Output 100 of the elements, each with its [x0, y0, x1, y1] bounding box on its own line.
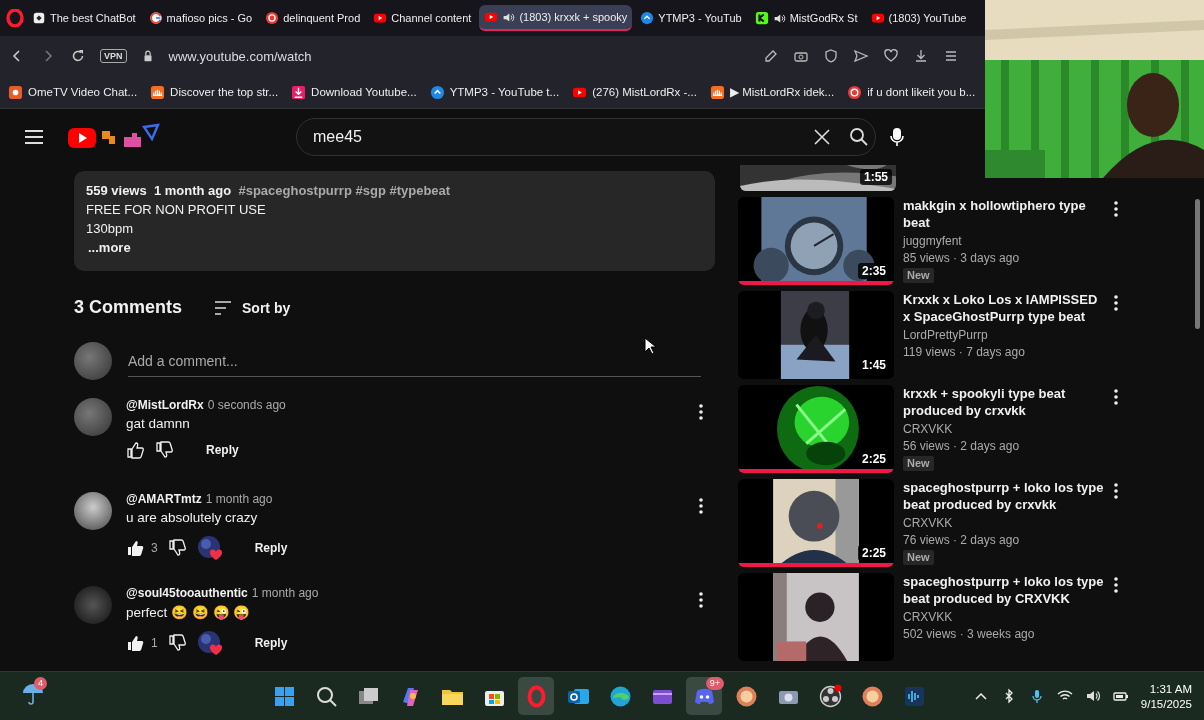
reply-button[interactable]: Reply: [254, 541, 288, 555]
scrollbar[interactable]: [1195, 199, 1200, 329]
comment-text: perfect 😆 😆 😜 😜: [126, 604, 252, 620]
video-title[interactable]: spaceghostpurrp + loko los type beat produced by CRXVKK: [903, 573, 1105, 607]
microphone-icon[interactable]: [890, 127, 904, 147]
more-link[interactable]: ...more: [88, 238, 131, 257]
clock-date: 9/15/2025: [1140, 697, 1192, 710]
arrow-favicon-icon: [640, 11, 655, 25]
ring-favicon-icon: [265, 11, 280, 25]
comment-author[interactable]: @soul45tooauthentic: [126, 586, 248, 600]
browser-tab[interactable]: (1803) YouTube: [865, 5, 972, 31]
thumbs-down-icon[interactable]: [167, 539, 187, 557]
video-meta: 502 views · 3 weeks ago: [903, 627, 1036, 641]
k-favicon-icon: [754, 11, 769, 25]
reply-button[interactable]: Reply: [254, 636, 288, 650]
new-badge: New: [903, 550, 934, 565]
vpn-badge[interactable]: VPN: [100, 49, 127, 63]
video-title[interactable]: makkgin x hollowtiphero type beat: [903, 197, 1105, 231]
send-icon[interactable]: [853, 48, 869, 64]
bookmark[interactable]: Discover the top str...: [150, 84, 279, 100]
bars-favicon-icon: [150, 84, 166, 100]
thumbs-up-icon[interactable]: [126, 539, 145, 557]
g-favicon-icon: [148, 11, 163, 25]
download-icon[interactable]: [913, 48, 929, 64]
more-icon[interactable]: [1114, 577, 1118, 593]
sort-button[interactable]: Sort by: [214, 299, 291, 316]
browser-tab[interactable]: MistGodRx St: [749, 5, 863, 31]
channel-name[interactable]: CRXVKK: [903, 422, 1105, 436]
reload-icon[interactable]: [70, 48, 86, 64]
more-icon[interactable]: [699, 592, 703, 608]
comment-time: 1 month ago: [251, 586, 319, 600]
thumbs-down-icon[interactable]: [155, 441, 174, 459]
play-favicon-icon: [484, 10, 499, 24]
comment-text: u are absolutely crazy: [126, 510, 259, 525]
bookmark[interactable]: ▶ MistLordRx idek...: [709, 84, 835, 100]
avatar: [74, 342, 112, 380]
browser-tab[interactable]: YTMP3 - YouTub: [635, 5, 747, 31]
video-meta: 56 views · 2 days ago: [903, 439, 1021, 453]
youtube-logo-icon[interactable]: [68, 123, 160, 151]
comment-field[interactable]: Add a comment...: [128, 345, 701, 377]
channel-name[interactable]: juggmyfent: [903, 234, 1105, 248]
channel-name[interactable]: LordPrettyPurrp: [903, 328, 1105, 342]
heart-icon[interactable]: [883, 48, 899, 64]
video-duration: 1:55: [859, 169, 892, 185]
bookmark[interactable]: OmeTV Video Chat...: [8, 84, 138, 100]
new-badge: New: [903, 456, 934, 471]
taskbar-button[interactable]: 9+: [686, 677, 722, 715]
video-meta: 119 views · 7 days ago: [903, 345, 1026, 359]
description-text: FREE FOR NON PROFIT USE: [86, 201, 267, 219]
sort-icon: [214, 300, 233, 315]
browser-tab[interactable]: Channel content: [368, 5, 477, 31]
edit-icon[interactable]: [763, 48, 779, 64]
browser-tab[interactable]: delinquent Prod: [260, 5, 366, 31]
browser-tab[interactable]: mafioso pics - Go: [143, 5, 258, 31]
search-bar[interactable]: mee45: [296, 118, 876, 156]
bookmark[interactable]: (276) MistLordRx -...: [572, 84, 697, 100]
like-count: 1: [151, 636, 158, 650]
comment-time: 1 month ago: [205, 492, 273, 506]
browser-tab[interactable]: (1803) krxxk + spooky: [479, 5, 633, 31]
comments-count: 3 Comments: [74, 297, 183, 318]
bars-favicon-icon: [709, 84, 725, 100]
new-badge: New: [903, 268, 934, 283]
speaker-icon[interactable]: [772, 11, 786, 25]
channel-name[interactable]: CRXVKK: [903, 516, 1105, 530]
comment-time: 0 seconds ago: [207, 398, 286, 412]
speaker-icon[interactable]: [502, 10, 516, 24]
clock[interactable]: 1:31 AM 9/15/2025: [1140, 682, 1192, 710]
shield-icon[interactable]: [823, 48, 839, 64]
menu-icon[interactable]: [24, 129, 44, 145]
opera-logo-icon[interactable]: [6, 9, 24, 27]
bookmark[interactable]: YTMP3 - YouTube t...: [429, 84, 560, 100]
comment-author[interactable]: @AMARTmtz: [126, 492, 202, 506]
channel-name[interactable]: CRXVKK: [903, 610, 1105, 624]
search-icon[interactable]: [849, 127, 869, 147]
play-favicon-icon: [373, 11, 388, 25]
clock-time: 1:31 AM: [1149, 682, 1192, 695]
more-icon[interactable]: [1114, 389, 1118, 405]
thumbs-up-icon[interactable]: [126, 441, 145, 459]
close-icon[interactable]: [813, 128, 831, 146]
more-icon[interactable]: [1114, 201, 1118, 217]
thumbs-up-icon[interactable]: [126, 634, 145, 652]
more-icon[interactable]: [699, 498, 703, 514]
comment-author[interactable]: @MistLordRx: [126, 398, 204, 412]
bookmark[interactable]: Download Youtube...: [291, 84, 417, 100]
video-title[interactable]: Krxxk x Loko Los x IAMPISSED x SpaceGhostPurrp type beat: [903, 291, 1105, 325]
reply-button[interactable]: Reply: [206, 443, 239, 457]
like-count: 3: [151, 541, 158, 555]
more-icon[interactable]: [1114, 295, 1118, 311]
video-title[interactable]: krxxk + spookyli type beat produced by crxvkk: [903, 385, 1105, 419]
thumbs-down-icon[interactable]: [167, 634, 187, 652]
more-icon[interactable]: [699, 404, 703, 420]
video-title[interactable]: spaceghostpurrp + loko los type beat produced by crxvkk: [903, 479, 1105, 513]
browser-tab[interactable]: The best ChatBot: [27, 5, 141, 31]
address-field[interactable]: www.youtube.com/watch: [168, 48, 749, 64]
bookmark[interactable]: if u dont likeit you b...: [847, 84, 976, 100]
search-field[interactable]: mee45: [311, 127, 813, 147]
notification-badge: 9+: [705, 677, 724, 690]
more-icon[interactable]: [1114, 483, 1118, 499]
avatar: [74, 398, 112, 436]
speaker-icon[interactable]: [1084, 688, 1101, 704]
